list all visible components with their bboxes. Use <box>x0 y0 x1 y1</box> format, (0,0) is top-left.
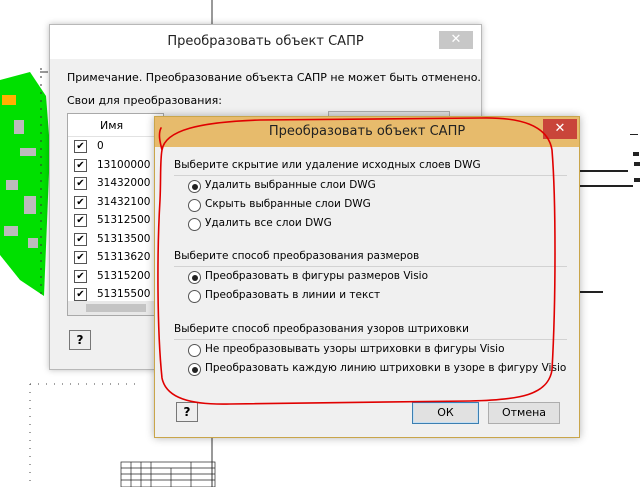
checkbox[interactable]: ✔ <box>74 158 87 172</box>
plan-building <box>2 95 16 105</box>
radio-label: Скрыть выбранные слои DWG <box>205 198 371 210</box>
radio-label: Преобразовать в фигуры размеров Visio <box>205 270 429 282</box>
cancel-button[interactable]: Отмена <box>488 402 560 424</box>
plan-building <box>4 226 18 236</box>
radio-label: Не преобразовывать узоры штриховки в фиг… <box>205 343 505 355</box>
checkbox[interactable]: ✔ <box>74 288 87 301</box>
plan-building <box>28 238 38 248</box>
right-side-marks <box>578 134 640 293</box>
layer-list[interactable]: Имя ✔ 0 ✔ 13100000 ✔ 31432000 ✔ 31432100 ✔ 51… <box>67 113 164 303</box>
layer-name: 51312500 <box>97 214 151 226</box>
divider <box>174 175 567 176</box>
radio-button[interactable] <box>188 218 201 231</box>
convert-cad-object-dialog: Преобразовать объект САПР ✕ Выберите скр… <box>154 116 580 438</box>
plan-building <box>14 120 24 134</box>
plan-building <box>6 180 18 190</box>
back-dialog-props-label: Свои для преобразования: <box>67 94 222 107</box>
help-icon[interactable]: ? <box>69 330 91 350</box>
layer-name: 51315200 <box>97 269 151 282</box>
layer-row[interactable]: ✔ 51313620 <box>68 248 163 267</box>
divider <box>174 339 567 340</box>
section-heading-layers: Выберите скрытие или удаление исходных с… <box>174 159 481 171</box>
layer-list-header-name: Имя <box>100 119 124 132</box>
help-icon[interactable]: ? <box>176 402 198 422</box>
radio-button[interactable] <box>188 180 201 193</box>
close-icon[interactable]: ✕ <box>439 31 473 49</box>
layer-row[interactable]: ✔ 31432100 <box>68 193 163 212</box>
layer-name: 51313620 <box>97 251 151 263</box>
dialog-title: Преобразовать объект САПР <box>268 124 466 139</box>
checkbox[interactable]: ✔ <box>74 251 87 264</box>
radio-button[interactable] <box>188 344 201 357</box>
layer-row[interactable]: ✔ 13100000 <box>68 156 163 175</box>
checkbox[interactable]: ✔ <box>74 232 87 246</box>
radio-label: Удалить все слои DWG <box>205 217 332 229</box>
scrollbar-thumb[interactable] <box>86 304 146 312</box>
section-heading-dimensions: Выберите способ преобразования размеров <box>174 250 420 262</box>
plan-building <box>20 148 36 156</box>
layer-name: 13100000 <box>97 158 151 171</box>
layer-name: 51313500 <box>97 232 151 245</box>
back-dialog-title: Преобразовать объект САПР <box>167 34 364 49</box>
checkbox[interactable]: ✔ <box>74 140 87 153</box>
checkbox[interactable]: ✔ <box>74 214 87 227</box>
title-block <box>120 461 216 487</box>
layer-name: 51315500 <box>97 288 151 300</box>
close-icon[interactable]: ✕ <box>543 119 577 139</box>
layer-name: 31432100 <box>97 195 151 208</box>
layer-row[interactable]: ✔ 51315200 <box>68 267 163 286</box>
dialog-titlebar: Преобразовать объект САПР ✕ <box>155 117 579 147</box>
plan-building <box>24 196 36 214</box>
checkbox[interactable]: ✔ <box>74 269 87 283</box>
divider <box>174 266 567 267</box>
radio-label: Преобразовать каждую линию штриховки в у… <box>205 362 567 374</box>
radio-button[interactable] <box>188 199 201 212</box>
radio-button[interactable] <box>188 363 201 376</box>
layer-name: 31432000 <box>97 177 151 189</box>
section-heading-hatch: Выберите способ преобразования узоров шт… <box>174 323 469 335</box>
horizontal-scrollbar[interactable] <box>67 301 164 316</box>
checkbox[interactable]: ✔ <box>74 195 87 209</box>
back-dialog-note: Примечание. Преобразование объекта САПР … <box>67 71 481 84</box>
layer-name: 0 <box>97 140 104 152</box>
layer-row[interactable]: ✔ 0 <box>68 137 163 156</box>
radio-label: Преобразовать в линии и текст <box>205 289 381 301</box>
layer-list-header[interactable]: Имя <box>68 114 163 137</box>
layer-row[interactable]: ✔ 51312500 <box>68 211 163 230</box>
layer-row[interactable]: ✔ 51313500 <box>68 230 163 249</box>
checkbox[interactable]: ✔ <box>74 177 87 190</box>
ok-button[interactable]: ОК <box>412 402 479 424</box>
radio-label: Удалить выбранные слои DWG <box>205 179 376 191</box>
back-dialog-titlebar: Преобразовать объект САПР ✕ <box>50 25 481 59</box>
layer-row[interactable]: ✔ 31432000 <box>68 174 163 193</box>
radio-button[interactable] <box>188 290 201 303</box>
radio-button[interactable] <box>188 271 201 284</box>
